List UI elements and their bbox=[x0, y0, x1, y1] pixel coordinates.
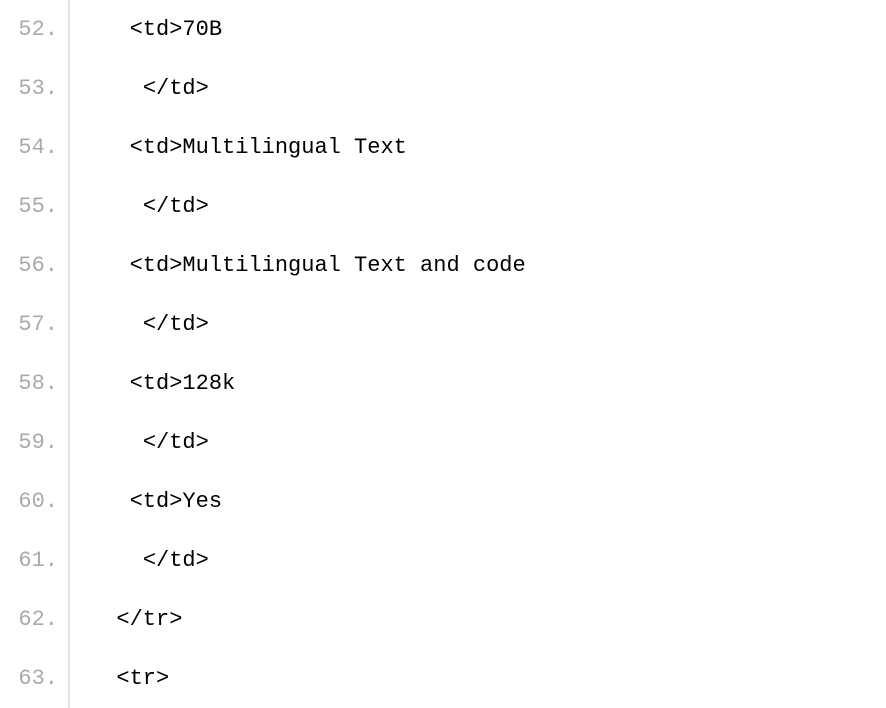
indent bbox=[90, 489, 130, 514]
line-number: 61. bbox=[0, 531, 70, 590]
code-editor: 52. <td>70B 53. </td> 54. <td>Multilingu… bbox=[0, 0, 886, 708]
html-tag: </td> bbox=[143, 76, 209, 101]
code-text: 70B bbox=[182, 17, 222, 42]
indent bbox=[90, 666, 116, 691]
line-content: <td>70B bbox=[70, 0, 222, 59]
line-content: <td>128k bbox=[70, 354, 235, 413]
indent bbox=[90, 194, 143, 219]
line-number: 54. bbox=[0, 118, 70, 177]
line-number: 56. bbox=[0, 236, 70, 295]
html-tag: <td> bbox=[130, 253, 183, 278]
line-number: 57. bbox=[0, 295, 70, 354]
html-tag: <td> bbox=[130, 489, 183, 514]
line-number: 55. bbox=[0, 177, 70, 236]
line-number: 53. bbox=[0, 59, 70, 118]
indent bbox=[90, 135, 130, 160]
line-content: </td> bbox=[70, 59, 209, 118]
code-line[interactable]: 59. </td> bbox=[0, 413, 886, 472]
code-text: 128k bbox=[182, 371, 235, 396]
html-tag: </td> bbox=[143, 430, 209, 455]
line-number: 60. bbox=[0, 472, 70, 531]
code-text: Multilingual Text bbox=[182, 135, 406, 160]
line-content: </td> bbox=[70, 531, 209, 590]
html-tag: </tr> bbox=[116, 607, 182, 632]
line-content: </td> bbox=[70, 177, 209, 236]
code-line[interactable]: 62. </tr> bbox=[0, 590, 886, 649]
line-number: 59. bbox=[0, 413, 70, 472]
code-line[interactable]: 58. <td>128k bbox=[0, 354, 886, 413]
line-content: <tr> bbox=[70, 649, 169, 708]
html-tag: </td> bbox=[143, 194, 209, 219]
line-content: </tr> bbox=[70, 590, 182, 649]
code-line[interactable]: 57. </td> bbox=[0, 295, 886, 354]
html-tag: <td> bbox=[130, 135, 183, 160]
line-number: 63. bbox=[0, 649, 70, 708]
line-content: <td>Yes bbox=[70, 472, 222, 531]
indent bbox=[90, 371, 130, 396]
line-content: </td> bbox=[70, 413, 209, 472]
code-line[interactable]: 63. <tr> bbox=[0, 649, 886, 708]
html-tag: <td> bbox=[130, 17, 183, 42]
code-line[interactable]: 56. <td>Multilingual Text and code bbox=[0, 236, 886, 295]
indent bbox=[90, 312, 143, 337]
line-number: 58. bbox=[0, 354, 70, 413]
line-content: <td>Multilingual Text and code bbox=[70, 236, 526, 295]
indent bbox=[90, 17, 130, 42]
indent bbox=[90, 430, 143, 455]
code-line[interactable]: 61. </td> bbox=[0, 531, 886, 590]
code-text: Yes bbox=[182, 489, 222, 514]
code-line[interactable]: 60. <td>Yes bbox=[0, 472, 886, 531]
code-line[interactable]: 53. </td> bbox=[0, 59, 886, 118]
line-number: 62. bbox=[0, 590, 70, 649]
indent bbox=[90, 253, 130, 278]
line-number: 52. bbox=[0, 0, 70, 59]
indent bbox=[90, 607, 116, 632]
indent bbox=[90, 76, 143, 101]
code-text: Multilingual Text and code bbox=[182, 253, 525, 278]
html-tag: </td> bbox=[143, 312, 209, 337]
html-tag: <td> bbox=[130, 371, 183, 396]
html-tag: </td> bbox=[143, 548, 209, 573]
code-line[interactable]: 55. </td> bbox=[0, 177, 886, 236]
code-line[interactable]: 52. <td>70B bbox=[0, 0, 886, 59]
indent bbox=[90, 548, 143, 573]
line-content: <td>Multilingual Text bbox=[70, 118, 407, 177]
html-tag: <tr> bbox=[116, 666, 169, 691]
code-line[interactable]: 54. <td>Multilingual Text bbox=[0, 118, 886, 177]
line-content: </td> bbox=[70, 295, 209, 354]
